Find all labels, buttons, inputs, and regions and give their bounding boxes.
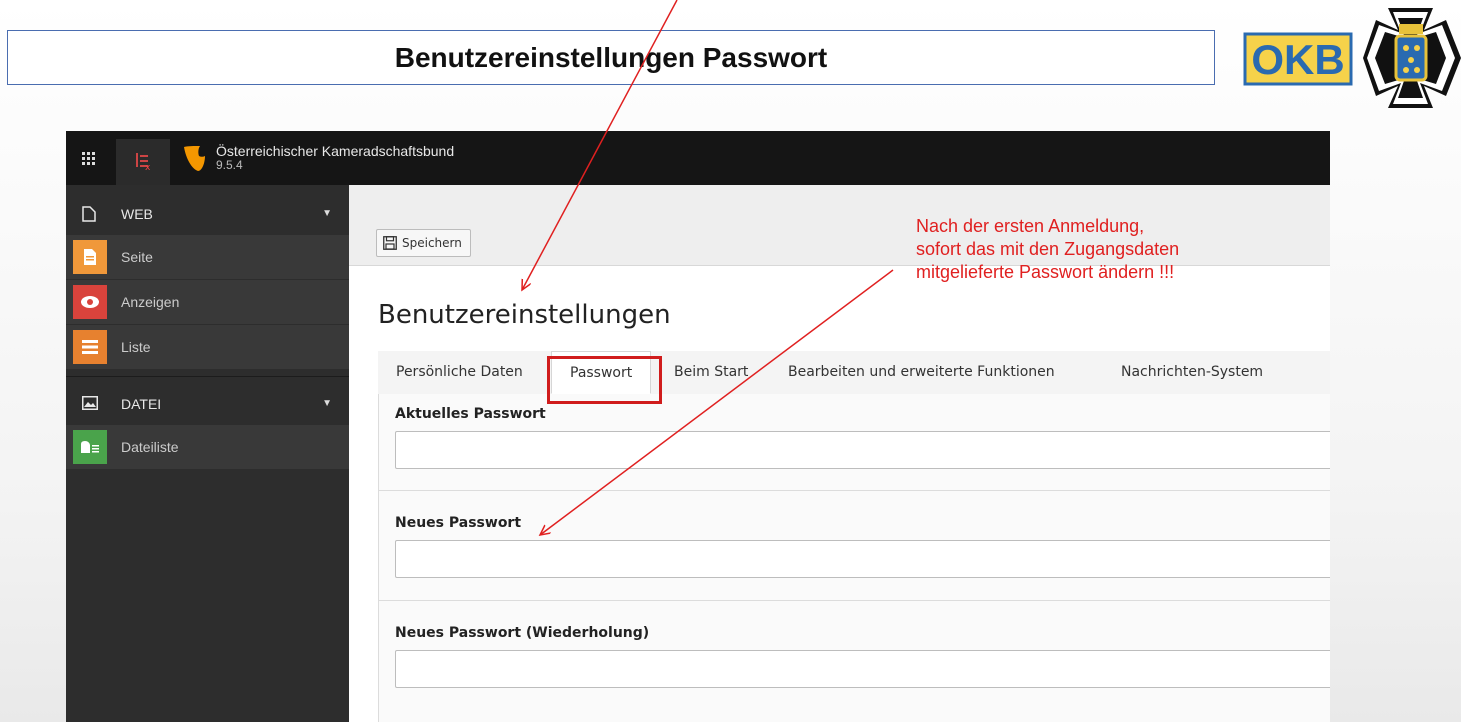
repeat-password-input[interactable]	[395, 650, 1330, 688]
logo-text: OKB	[1251, 36, 1344, 83]
annotation-line: mitgelieferte Passwort ändern !!!	[916, 262, 1175, 282]
page-tree-toggle[interactable]: x	[116, 139, 170, 185]
save-button[interactable]: Speichern	[376, 229, 471, 257]
page-title: Benutzereinstellungen	[378, 300, 671, 330]
typo3-version: 9.5.4	[216, 158, 243, 172]
new-password-input[interactable]	[395, 540, 1330, 578]
file-icon	[73, 240, 107, 274]
image-icon	[82, 396, 98, 410]
divider	[379, 490, 1330, 491]
sidebar-item-label: Seite	[121, 249, 153, 265]
password-form: Aktuelles Passwort Neues Passwort Neues …	[378, 394, 1330, 722]
slide-title-box: Benutzereinstellungen Passwort	[7, 30, 1215, 85]
svg-text:x: x	[145, 163, 151, 173]
sidebar-group-web[interactable]: WEB ▼	[66, 193, 349, 233]
main-content: Speichern Benutzereinstellungen Persönli…	[349, 185, 1330, 722]
okb-logo: OKB	[1243, 8, 1461, 108]
slide-title: Benutzereinstellungen Passwort	[394, 41, 828, 73]
eye-icon	[73, 285, 107, 319]
sidebar-item-liste[interactable]: Liste	[66, 325, 349, 369]
annotation-text: Nach der ersten Anmeldung, sofort das mi…	[916, 215, 1179, 284]
annotation-line: Nach der ersten Anmeldung,	[916, 216, 1145, 236]
chevron-down-icon: ▼	[322, 398, 332, 409]
topbar: x Österreichischer Kameradschaftsbund 9.…	[66, 131, 1330, 185]
tab-beim-start[interactable]: Beim Start	[656, 351, 766, 394]
tab-bar: Persönliche Daten Passwort Beim Start Be…	[378, 351, 1330, 395]
sidebar-item-label: Anzeigen	[121, 294, 180, 310]
module-menu-grid-icon[interactable]	[74, 147, 104, 171]
new-password-label: Neues Passwort	[395, 515, 522, 531]
tab-persoenliche-daten[interactable]: Persönliche Daten	[378, 351, 541, 394]
save-icon	[383, 236, 397, 250]
list-icon	[73, 330, 107, 364]
tab-bearbeiten[interactable]: Bearbeiten und erweiterte Funktionen	[770, 351, 1073, 394]
module-sidebar: WEB ▼ Seite Anzeigen Liste DATEI ▼ Datei…	[66, 185, 349, 722]
sidebar-item-label: Dateiliste	[121, 439, 179, 455]
doc-header: Speichern	[349, 185, 1330, 266]
page-icon	[82, 206, 96, 222]
sidebar-divider	[66, 376, 349, 377]
sidebar-group-datei[interactable]: DATEI ▼	[66, 383, 349, 423]
sidebar-item-seite[interactable]: Seite	[66, 235, 349, 279]
annotation-line: sofort das mit den Zugangsdaten	[916, 239, 1180, 259]
repeat-password-label: Neues Passwort (Wiederholung)	[395, 625, 650, 641]
folder-icon	[73, 430, 107, 464]
sidebar-group-label: DATEI	[121, 396, 162, 412]
sidebar-item-label: Liste	[121, 339, 151, 355]
save-button-label: Speichern	[402, 236, 462, 250]
sidebar-item-anzeigen[interactable]: Anzeigen	[66, 280, 349, 324]
sidebar-item-dateiliste[interactable]: Dateiliste	[66, 425, 349, 469]
tab-nachrichten-system[interactable]: Nachrichten-System	[1103, 351, 1281, 394]
page-tree-icon: x	[136, 153, 151, 173]
chevron-down-icon: ▼	[322, 208, 332, 219]
current-password-input[interactable]	[395, 431, 1330, 469]
highlight-box	[547, 356, 662, 404]
typo3-logo-icon	[184, 146, 205, 171]
current-password-label: Aktuelles Passwort	[395, 406, 546, 422]
divider	[379, 600, 1330, 601]
site-name: Österreichischer Kameradschaftsbund	[216, 143, 455, 159]
sidebar-group-label: WEB	[121, 206, 153, 222]
